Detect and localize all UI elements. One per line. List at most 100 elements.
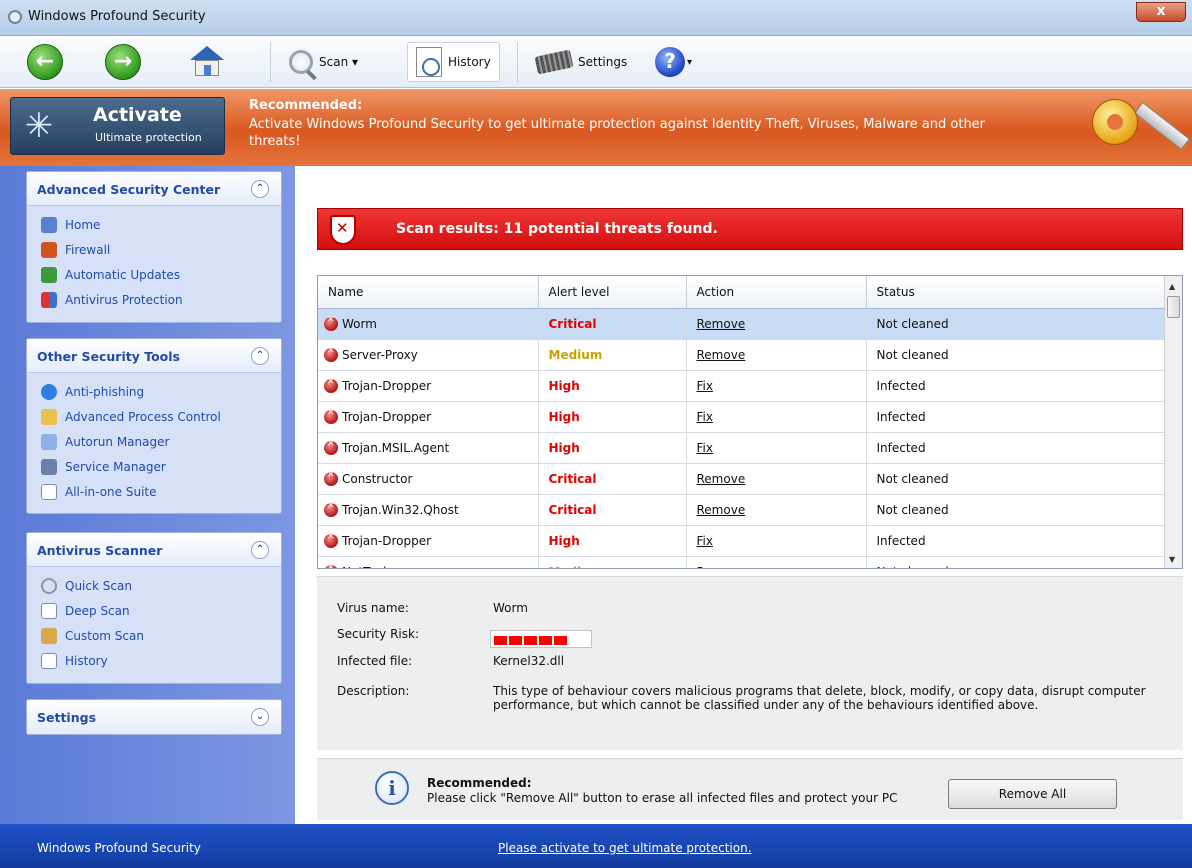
info-icon: i [375,771,409,805]
expand-icon[interactable]: ⌄ [251,708,269,726]
sidebar-item-label: Firewall [65,242,111,257]
infected-file-value: Kernel32.dll [493,654,565,668]
threat-name: Worm [342,316,377,331]
status-cell: Not cleaned [866,494,1167,526]
sidebar-item-all-in-one-suite[interactable]: All-in-one Suite [41,479,281,504]
sidebar-item-custom-scan[interactable]: Custom Scan [41,623,281,648]
panel-header[interactable]: Settings ⌄ [27,700,281,734]
description-text: This type of behaviour covers malicious … [493,684,1146,712]
home-icon[interactable] [186,46,226,78]
column-header-name[interactable]: Name [318,276,539,309]
status-cell: Not cleaned [866,308,1167,340]
table-scrollbar[interactable]: ▲ ▼ [1164,276,1182,568]
collapse-icon[interactable]: ⌃ [251,541,269,559]
threat-icon [324,439,338,455]
collapse-icon[interactable]: ⌃ [251,180,269,198]
column-header-alert-level[interactable]: Alert level [538,276,687,309]
sidebar-item-label: All-in-one Suite [65,484,157,499]
sidebar-item-history[interactable]: History [41,648,281,673]
action-link[interactable]: Fix [697,410,713,424]
sidebar-item-home[interactable]: Home [41,212,281,237]
scan-button[interactable]: Scan ▾ [289,42,358,82]
history-button[interactable]: History [407,42,500,82]
threat-name-cell: Constructor [318,463,539,495]
sidebar-item-antivirus-protection[interactable]: Antivirus Protection [41,287,281,312]
table-row[interactable]: Trojan-Dropper High Fix Infected [318,525,1167,557]
sidebar-item-firewall[interactable]: Firewall [41,237,281,262]
sidebar-item-service-manager[interactable]: Service Manager [41,454,281,479]
toolbar: ← → Scan ▾ History Settings ? ▾ [0,36,1192,88]
panel-antivirus-scanner: Antivirus Scanner ⌃ Quick Scan Deep Scan… [26,532,282,684]
scroll-up-icon[interactable]: ▲ [1169,282,1175,291]
app-icon [8,10,22,24]
risk-block [539,636,552,645]
settings-button[interactable]: Settings [534,42,627,82]
threats-table: Name Alert level Action Status Worm Criti… [317,275,1183,569]
panel-title: Advanced Security Center [37,182,221,197]
scroll-down-icon[interactable]: ▼ [1169,555,1175,564]
status-cell: Infected [866,401,1167,433]
threat-icon [324,532,338,548]
sidebar-item-deep-scan[interactable]: Deep Scan [41,598,281,623]
history-icon [41,652,57,669]
scan-results-headline: Scan results: 11 potential threats found… [396,221,718,237]
action-cell: Remove [686,556,867,569]
alert-level: High [548,440,580,455]
table-row[interactable]: Constructor Critical Remove Not cleaned [318,463,1167,495]
collapse-icon[interactable]: ⌃ [251,347,269,365]
action-link[interactable]: Remove [697,348,746,362]
keys-icon [1086,89,1192,166]
action-link[interactable]: Remove [697,565,746,569]
activate-link[interactable]: Please activate to get ultimate protecti… [498,841,752,855]
action-link[interactable]: Fix [697,534,713,548]
forward-arrow-icon[interactable]: → [105,44,141,80]
panel-header[interactable]: Advanced Security Center ⌃ [27,172,281,206]
action-link[interactable]: Remove [697,503,746,517]
sidebar-item-autorun-manager[interactable]: Autorun Manager [41,429,281,454]
alert-level: Critical [548,471,597,486]
action-link[interactable]: Remove [697,472,746,486]
sidebar-item-anti-phishing[interactable]: Anti-phishing [41,379,281,404]
alert-level-cell: High [538,432,687,464]
remove-all-button[interactable]: Remove All [948,779,1117,809]
status-text: Infected [876,409,926,424]
activate-button[interactable]: ✳ Activate Ultimate protection [10,97,225,155]
sidebar-item-automatic-updates[interactable]: Automatic Updates [41,262,281,287]
table-row[interactable]: Trojan.Win32.Qhost Critical Remove Not clea… [318,494,1167,526]
title-bar: Windows Profound Security x [0,0,1192,36]
table-row[interactable]: Trojan.MSIL.Agent High Fix Infected [318,432,1167,464]
help-button[interactable]: ? ▾ [655,42,692,82]
sidebar-item-label: Autorun Manager [65,434,170,449]
status-text: Not cleaned [876,347,949,362]
threat-name-cell: Server-Proxy [318,339,539,371]
back-arrow-icon[interactable]: ← [27,44,63,80]
action-link[interactable]: Fix [697,441,713,455]
table-row[interactable]: Trojan-Dropper High Fix Infected [318,370,1167,402]
threat-icon [324,470,338,486]
sidebar-item-advanced-process-control[interactable]: Advanced Process Control [41,404,281,429]
alert-level: Medium [548,347,603,362]
scrollbar-thumb[interactable] [1167,296,1180,318]
column-header-action[interactable]: Action [686,276,867,309]
action-link[interactable]: Fix [697,379,713,393]
table-row[interactable]: Worm Critical Remove Not cleaned [318,308,1167,340]
panel-header[interactable]: Other Security Tools ⌃ [27,339,281,373]
table-row[interactable]: NetTool Medium Remove Not cleaned [318,556,1167,569]
status-text: Not cleaned [876,502,949,517]
scan-results-banner: Scan results: 11 potential threats found… [317,208,1183,250]
magnifier-icon [289,50,313,74]
table-row[interactable]: Trojan-Dropper High Fix Infected [318,401,1167,433]
panel-title: Settings [37,710,97,725]
action-link[interactable]: Remove [697,317,746,331]
banner-recommended-text: Activate Windows Profound Security to ge… [249,117,986,149]
table-row[interactable]: Server-Proxy Medium Remove Not cleaned [318,339,1167,371]
sidebar-item-quick-scan[interactable]: Quick Scan [41,573,281,598]
threat-name-cell: Trojan.Win32.Qhost [318,494,539,526]
column-header-status[interactable]: Status [866,276,1167,309]
risk-block [509,636,522,645]
alert-level: Critical [548,316,597,331]
action-cell: Fix [686,525,867,557]
panel-header[interactable]: Antivirus Scanner ⌃ [27,533,281,567]
status-cell: Infected [866,432,1167,464]
close-button[interactable]: x [1136,2,1186,22]
